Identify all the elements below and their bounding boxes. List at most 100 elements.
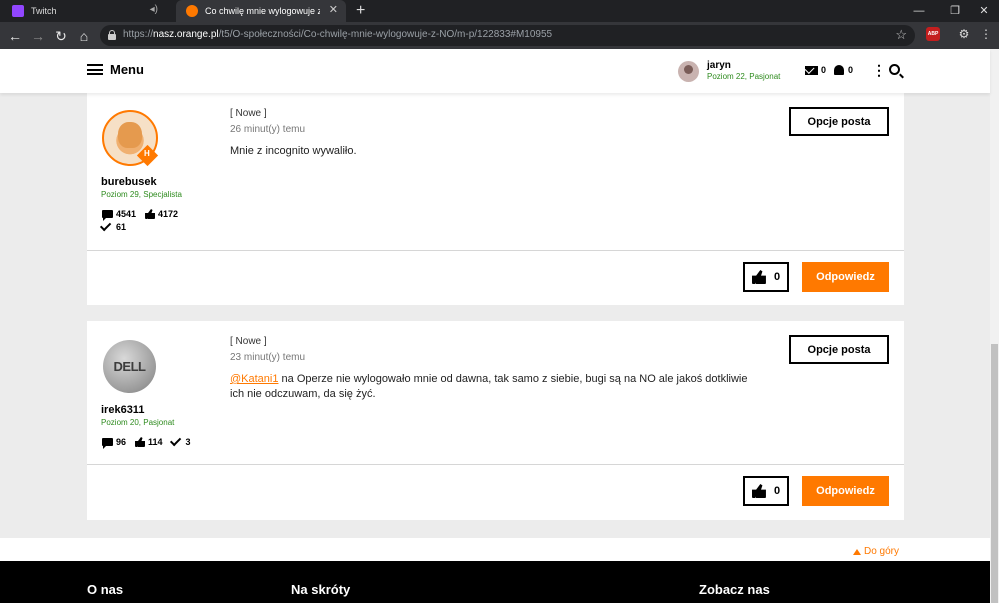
tab-active[interactable]: Co chwilę mnie wylogowuje z NO ✕ [176,0,346,22]
post-time: 26 minut(y) temu [230,124,306,135]
like-button[interactable]: 0 [743,262,789,292]
minimize-button[interactable]: — [901,0,937,22]
arrow-up-icon [853,548,861,555]
back-to-top-label: Do góry [864,546,900,557]
user-name[interactable]: jaryn [707,60,731,71]
check-icon [99,219,112,232]
post-body: Mnie z incognito wywaliło. [230,145,357,157]
author-rank: Poziom 20, Pasjonat [101,418,175,427]
reply-button[interactable]: Odpowiedz [802,476,889,506]
user-rank: Poziom 22, Pasjonat [707,72,781,81]
stat-messages: 4541 [102,209,137,221]
reload-button[interactable]: ↻ [50,25,72,47]
dell-logo: DELL [113,359,146,374]
header-counters: 0 0 [805,65,853,75]
footer-heading-shortcuts[interactable]: Na skróty [291,582,350,597]
author-name[interactable]: burebusek [101,176,157,188]
like-count: 0 [773,485,781,497]
footer: O nas Na skróty Zobacz nas [0,561,990,603]
notifications-count: 0 [848,65,854,75]
author-name[interactable]: irek6311 [101,404,144,416]
url-host: nasz.orange.pl [153,29,219,40]
footer-heading-about[interactable]: O nas [87,582,123,597]
stat-value: 3 [185,437,191,447]
forum-post: H burebusek Poziom 29, Specjalista 4541 … [87,93,904,305]
hamburger-icon [87,64,103,75]
mail-icon[interactable] [805,65,818,75]
forward-button[interactable]: → [27,25,49,47]
url-path: /t5/O-społeczności/Co-chwilę-mnie-wylogo… [218,29,553,40]
forum-post: DELL irek6311 Poziom 20, Pasjonat 96 114… [87,321,904,520]
stat-value: 96 [116,437,127,447]
post-time: 23 minut(y) temu [230,352,306,363]
menu-label: Menu [110,62,144,77]
back-to-top-link[interactable]: Do góry [853,546,899,557]
home-button[interactable]: ⌂ [73,25,95,47]
post-body: @Katani1 na Operze nie wylogowało mnie o… [230,372,750,402]
message-icon [102,438,113,449]
tab-title: Co chwilę mnie wylogowuje z NO [205,6,320,16]
menu-button[interactable]: Menu [87,62,144,77]
stat-likes: 114 [135,437,163,447]
divider [87,250,904,251]
close-window-button[interactable]: ✕ [966,0,999,22]
browser-menu-icon[interactable]: ⋮ [980,27,992,41]
tab-twitch[interactable]: Twitch ◂) [0,0,176,22]
user-mention-link[interactable]: @Katani1 [230,373,278,385]
badge-letter: H [144,149,150,158]
stat-likes: 4172 [145,209,178,219]
adblock-extension-icon[interactable]: ABP [926,27,940,41]
divider [87,464,904,465]
check-icon [169,434,181,447]
back-button[interactable]: ← [4,25,26,47]
extension-icon[interactable]: ⚙ [957,27,971,41]
reply-button[interactable]: Odpowiedz [802,262,889,292]
twitch-icon [12,5,24,17]
author-stats: 4541 4172 61 [99,209,202,232]
author-avatar[interactable]: DELL [103,340,156,393]
orange-favicon-icon [186,5,198,17]
scrollbar-thumb[interactable] [991,344,998,603]
post-options-button[interactable]: Opcje posta [789,335,889,364]
browser-tab-bar: Twitch ◂) Co chwilę mnie wylogowuje z NO… [0,0,999,22]
like-count: 0 [773,271,781,283]
thumbs-up-icon [751,270,766,284]
stat-solutions: 3 [169,434,191,447]
post-text: na Operze nie wylogowało mnie od dawna, … [230,373,748,400]
post-options-button[interactable]: Opcje posta [789,107,889,136]
site-header: Menu jaryn Poziom 22, Pasjonat 0 0 ⋮ [0,49,990,93]
bookmark-star-icon[interactable]: ☆ [895,27,907,43]
new-label: [ Nowe ] [230,108,267,119]
message-icon [102,210,113,221]
lock-icon [108,30,116,40]
new-label: [ Nowe ] [230,336,267,347]
url-text[interactable]: https://nasz.orange.pl/t5/O-społeczności… [123,29,552,40]
bell-icon[interactable] [834,65,845,75]
author-rank: Poziom 29, Specjalista [101,190,182,199]
messages-count: 0 [821,65,827,75]
stat-value: 4172 [158,209,179,219]
speaker-icon[interactable]: ◂) [150,4,158,15]
page-bottom [0,538,990,561]
search-icon[interactable] [889,64,900,75]
thumbs-up-icon [145,209,156,219]
thumbs-up-icon [751,484,766,498]
new-tab-button[interactable]: + [356,1,365,21]
close-tab-icon[interactable]: ✕ [329,3,338,16]
thumbs-up-icon [135,437,146,447]
url-scheme: https:// [123,29,154,40]
page-scrollbar[interactable] [990,49,999,603]
like-button[interactable]: 0 [743,476,789,506]
stat-value: 114 [148,437,163,447]
stat-messages: 96 [102,437,127,449]
footer-heading-follow[interactable]: Zobacz nas [699,582,770,597]
tab-title: Twitch [31,6,57,16]
author-stats: 96 114 3 [102,434,232,449]
stat-solutions: 61 [99,219,127,232]
more-options-icon[interactable]: ⋮ [872,63,886,77]
browser-toolbar: ← → ↻ ⌂ https://nasz.orange.pl/t5/O-społ… [0,22,999,49]
stat-value: 61 [116,222,127,232]
stat-value: 4541 [116,209,137,219]
address-bar[interactable]: https://nasz.orange.pl/t5/O-społeczności… [100,25,915,46]
user-avatar[interactable] [678,61,699,82]
